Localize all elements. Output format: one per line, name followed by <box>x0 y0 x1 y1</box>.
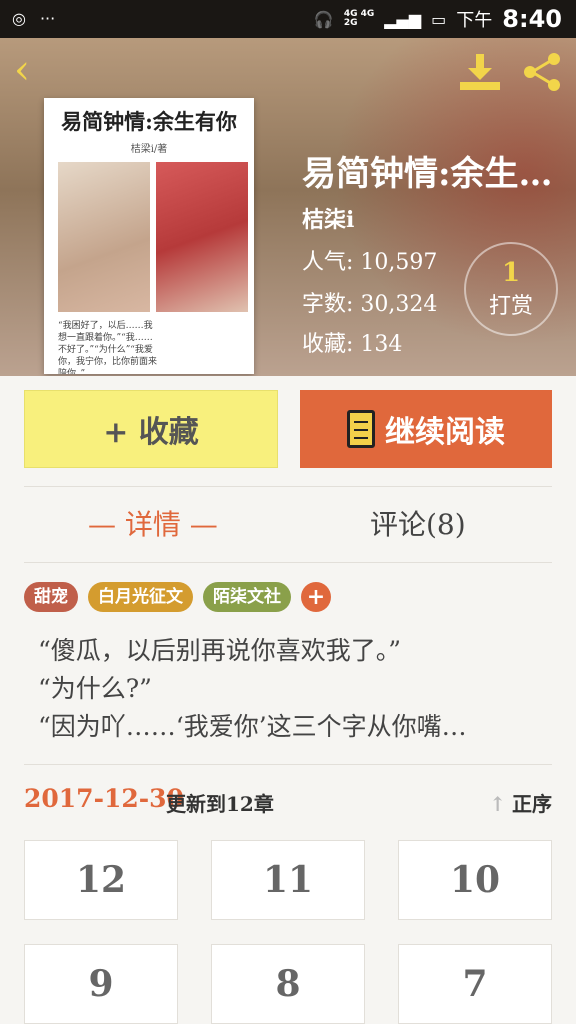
synopsis-line: “傻瓜，以后别再说你喜欢我了。” <box>38 636 402 665</box>
continue-reading-label: 继续阅读 <box>385 415 505 450</box>
divider <box>24 562 552 563</box>
time-prefix: 下午 <box>456 10 493 31</box>
divider <box>24 486 552 487</box>
more-notifications-icon: ··· <box>39 9 56 28</box>
chapter-button[interactable]: 8 <box>211 944 365 1024</box>
continue-reading-button[interactable]: 继续阅读 <box>300 390 552 468</box>
chapter-button[interactable]: 7 <box>398 944 552 1024</box>
favorites-stat: 收藏: 134 <box>302 332 403 357</box>
synopsis-line: “因为吖……‘我爱你’这三个字从你嘴… <box>38 712 467 741</box>
word-count-stat: 字数: 30,324 <box>302 292 438 317</box>
favorites-value: 134 <box>360 332 403 357</box>
cover-text: “我困好了，以后……我想一直跟着你。”“我……不好了。”“为什么”“我爱你，我宁… <box>58 321 158 374</box>
popularity-value: 10,597 <box>360 250 438 275</box>
tag-item[interactable]: 甜宠 <box>24 582 78 612</box>
share-icon[interactable] <box>520 52 564 92</box>
tip-label: 打赏 <box>488 294 533 319</box>
tag-item[interactable]: 白月光征文 <box>88 582 193 612</box>
book-icon <box>347 410 375 448</box>
book-author[interactable]: 桔柒i <box>302 202 354 234</box>
cover-photo-boy <box>156 162 248 312</box>
back-icon[interactable]: ‹ <box>14 50 48 90</box>
book-header: ‹ 易简钟情:余生有你 桔梁i/著 “我困好了，以后……我想一直跟着你。”“我…… <box>0 38 576 376</box>
add-to-shelf-button[interactable]: + 收藏 <box>24 390 278 468</box>
divider <box>24 764 552 765</box>
word-count-value: 30,324 <box>360 292 438 317</box>
update-text: 更新到12章 <box>166 792 274 816</box>
sort-button[interactable]: ↑ 正序 <box>489 788 552 817</box>
download-icon[interactable] <box>458 52 502 92</box>
chapter-button[interactable]: 9 <box>24 944 178 1024</box>
book-cover[interactable]: 易简钟情:余生有你 桔梁i/著 “我困好了，以后……我想一直跟着你。”“我……不… <box>44 98 254 374</box>
chapter-button[interactable]: 10 <box>398 840 552 920</box>
chapter-button[interactable]: 11 <box>211 840 365 920</box>
synopsis-line: “为什么?” <box>38 674 152 703</box>
network-indicator: 4G 4G 2G <box>343 9 375 28</box>
tag-list: 甜宠 白月光征文 陌柒文社 + <box>24 582 331 612</box>
popularity-stat: 人气: 10,597 <box>302 250 438 275</box>
headphone-icon: 🎧 <box>313 9 334 29</box>
sort-arrow-icon: ↑ <box>489 792 506 816</box>
tab-detail[interactable]: — 详情 — <box>88 503 218 543</box>
update-row: 2017-12-30 更新到12章 ↑ 正序 <box>24 782 552 818</box>
status-bar: ◎ ··· 🎧 4G 4G 2G ▂▄▆ ▭ 下午 8:40 <box>0 0 576 38</box>
app-notification-icon: ◎ <box>12 9 26 28</box>
cover-title: 易简钟情:余生有你 <box>61 109 237 134</box>
signal-icon: ▂▄▆ <box>384 9 422 29</box>
tag-item[interactable]: 陌柒文社 <box>203 582 291 612</box>
chapter-button[interactable]: 12 <box>24 840 178 920</box>
battery-icon: ▭ <box>431 9 447 29</box>
cover-author: 桔梁i/著 <box>130 144 168 155</box>
tab-comments[interactable]: 评论(8) <box>370 503 466 543</box>
add-to-shelf-label: + 收藏 <box>103 415 199 450</box>
update-date: 2017-12-30 <box>24 784 184 813</box>
tip-button[interactable]: 1 打赏 <box>464 242 558 336</box>
book-title: 易简钟情:余生… <box>302 154 553 194</box>
synopsis[interactable]: “傻瓜，以后别再说你喜欢我了。” “为什么?” “因为吖……‘我爱你’这三个字从… <box>38 632 548 746</box>
cover-photo-girl <box>58 162 150 312</box>
add-tag-button[interactable]: + <box>301 582 331 612</box>
tip-count: 1 <box>501 258 521 288</box>
clock: 8:40 <box>502 5 562 33</box>
